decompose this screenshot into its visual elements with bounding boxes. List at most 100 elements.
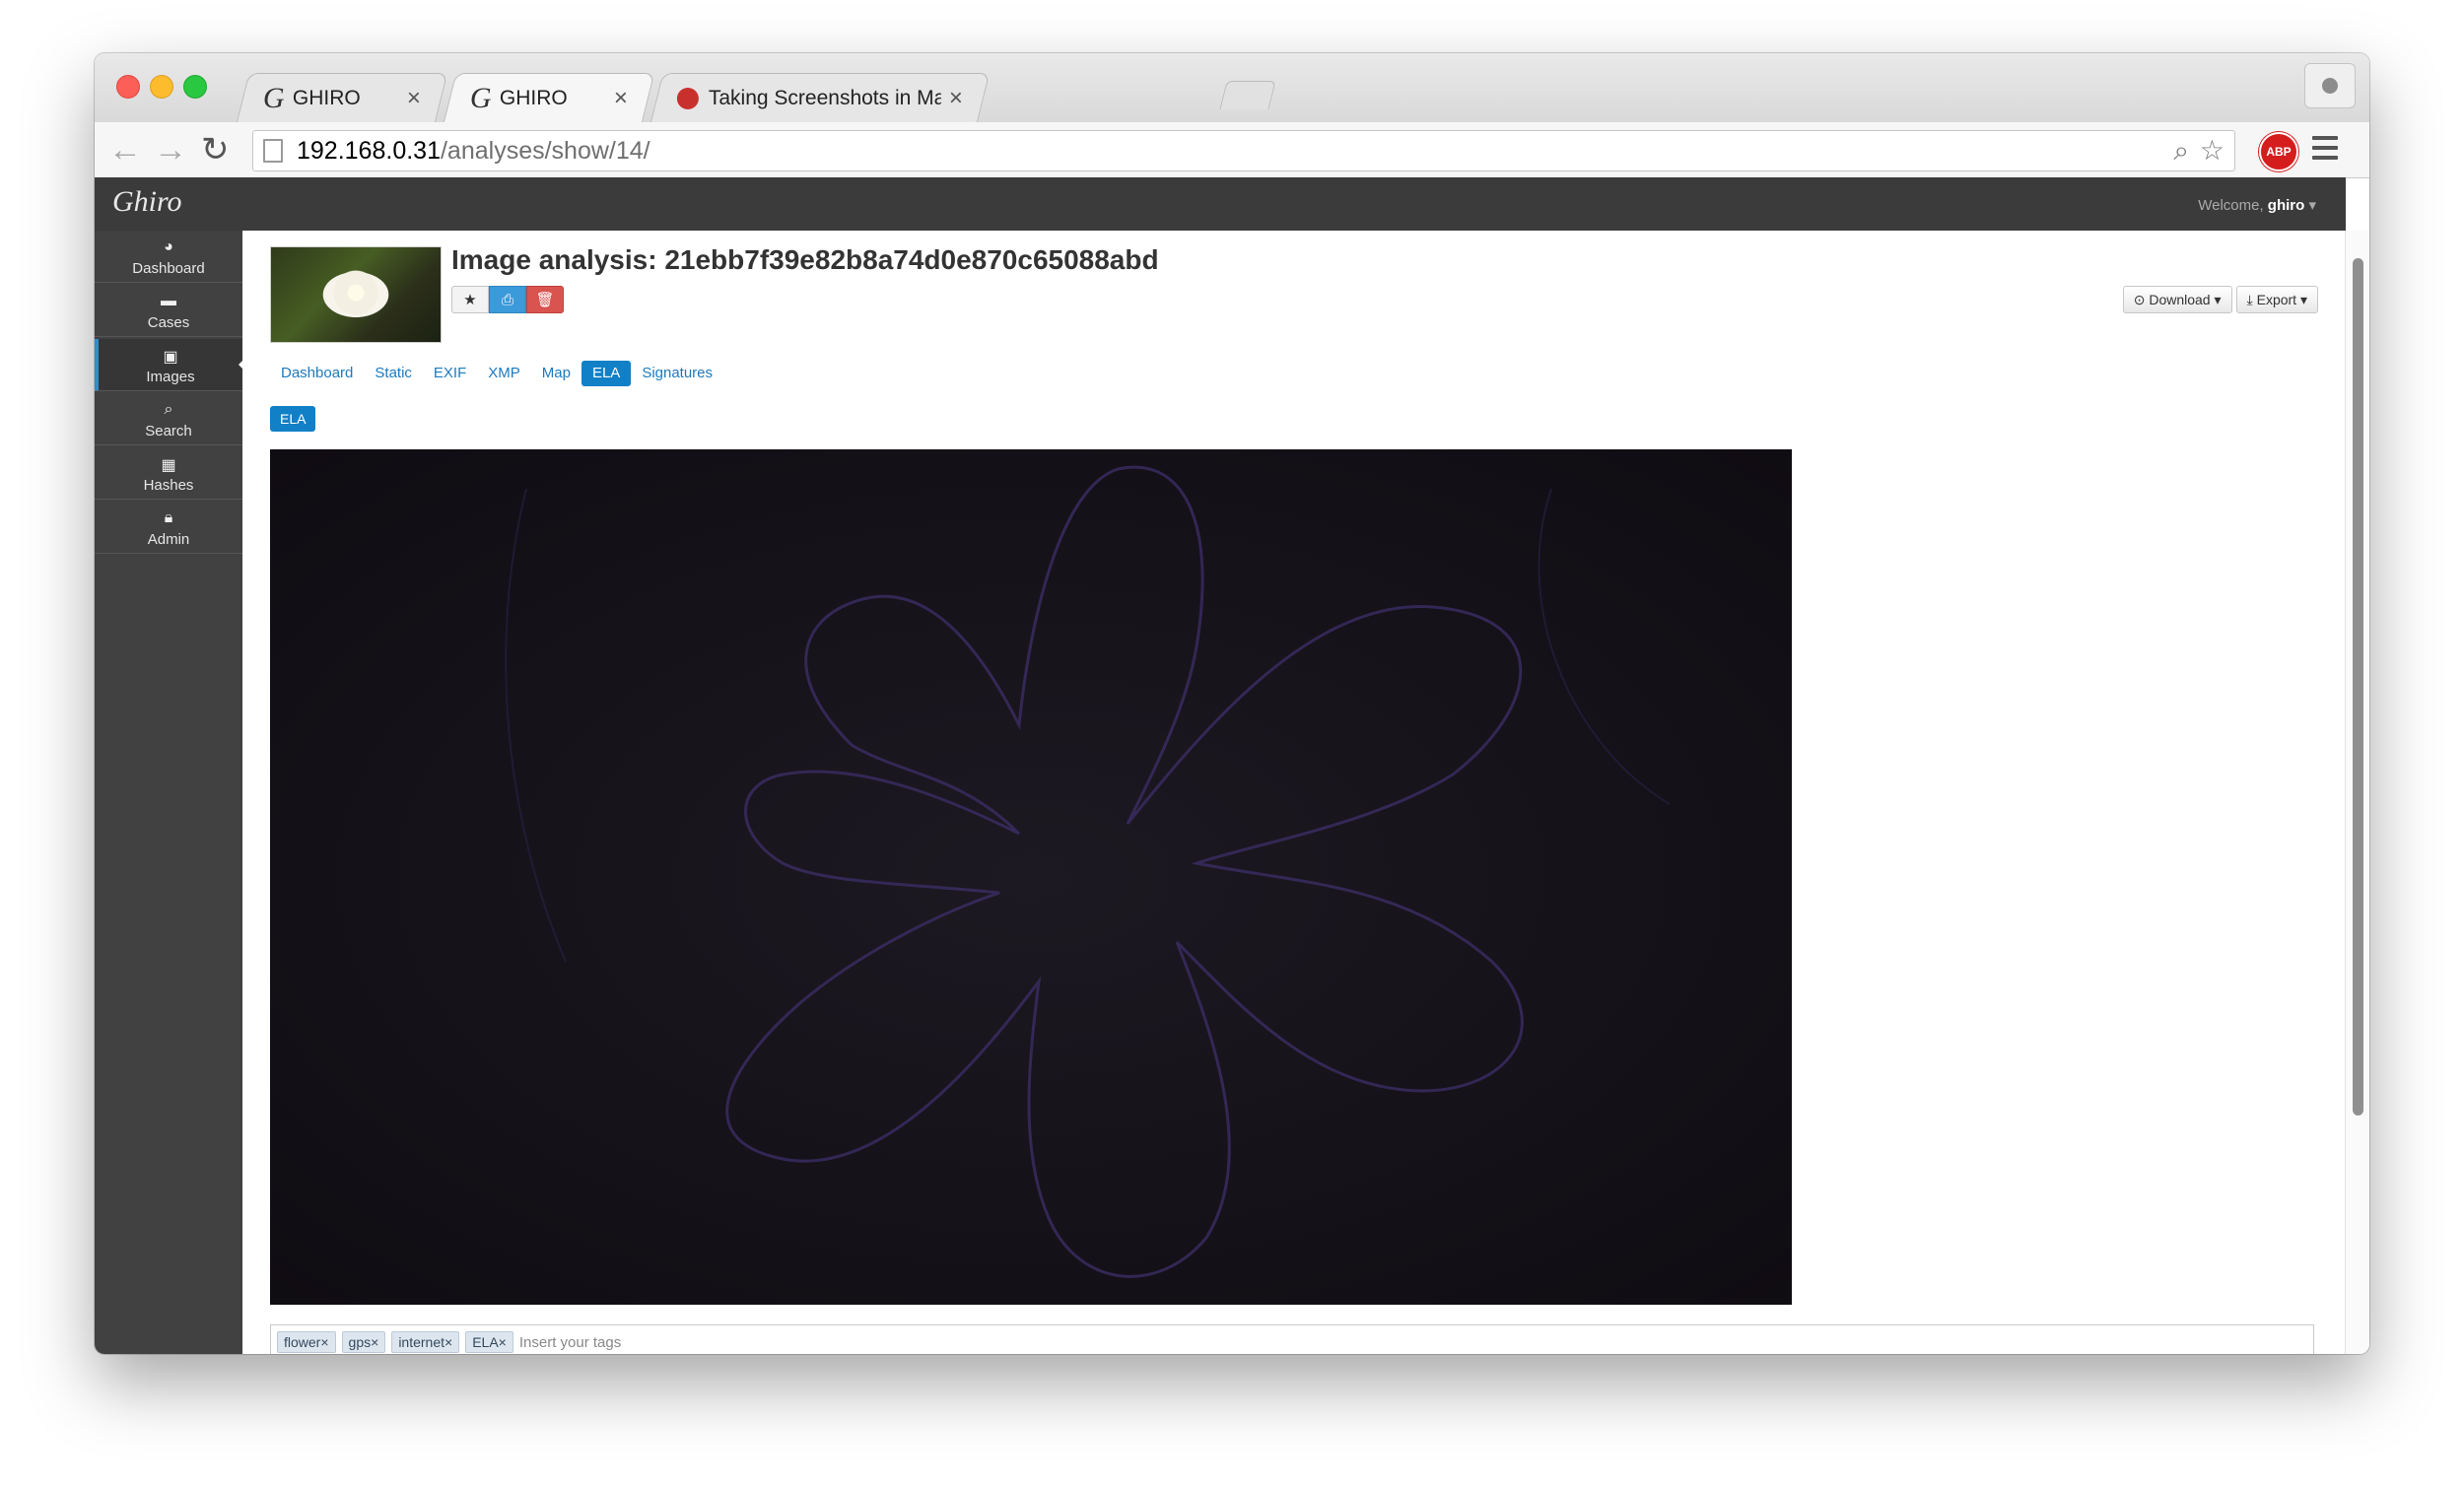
- tag-flower[interactable]: flower×: [277, 1331, 336, 1353]
- scrollbar-thumb[interactable]: [2353, 258, 2363, 1116]
- person-icon: [2322, 78, 2338, 94]
- page-title: Image analysis: 21ebb7f39e82b8a74d0e870c…: [451, 244, 1159, 275]
- ghiro-favicon-icon: G: [262, 82, 285, 114]
- lock-icon: 🔒︎: [164, 509, 173, 526]
- sidebar-item-label: Search: [145, 423, 192, 440]
- url-path: /analyses/show/14/: [440, 136, 650, 165]
- sidebar-item-label: Admin: [147, 531, 190, 548]
- star-icon: ★: [463, 292, 477, 308]
- user-menu[interactable]: Welcome, ghiro ▾: [2198, 196, 2316, 214]
- sidebar-item-label: Cases: [147, 314, 190, 331]
- tab-close-icon[interactable]: ×: [949, 85, 963, 112]
- ela-section-label: ELA: [270, 406, 316, 432]
- analysis-tabs: Dashboard Static EXIF XMP Map ELA Signat…: [270, 361, 723, 386]
- page-scrollbar[interactable]: [2345, 231, 2369, 1354]
- tab-map[interactable]: Map: [531, 361, 582, 386]
- sidebar-item-admin[interactable]: 🔒︎ Admin: [95, 502, 242, 554]
- sidebar-item-label: Hashes: [143, 477, 194, 494]
- download-export-group: ⊙ Download ▾ ⤓ Export ▾: [2122, 286, 2318, 313]
- sidebar-item-cases[interactable]: ▬ Cases: [95, 285, 242, 337]
- username: ghiro: [2267, 197, 2305, 214]
- tag-gps[interactable]: gps×: [341, 1331, 386, 1353]
- sidebar: ◕ Dashboard ▬ Cases ▣ Images ⌕ Search ▦ …: [95, 231, 246, 1354]
- search-icon: ⌕: [164, 401, 173, 418]
- ghiro-favicon-icon: G: [469, 82, 492, 114]
- sidebar-item-label: Dashboard: [132, 260, 205, 277]
- hamburger-menu-icon[interactable]: [2312, 136, 2338, 166]
- tag-remove-icon[interactable]: ×: [445, 1334, 452, 1350]
- tab-static[interactable]: Static: [364, 361, 423, 386]
- tab-title: GHIRO: [292, 87, 361, 109]
- tag-ela[interactable]: ELA×: [465, 1331, 513, 1353]
- download-circle-icon: ⊙: [2133, 291, 2146, 307]
- print-button[interactable]: ⎙: [489, 286, 526, 313]
- tab-title: Taking Screenshots in Mac: [708, 87, 941, 109]
- tag-remove-icon[interactable]: ×: [320, 1334, 328, 1350]
- tag-remove-icon[interactable]: ×: [499, 1334, 507, 1350]
- browser-tab-1[interactable]: G GHIRO ×: [236, 73, 448, 123]
- adblock-extension-icon[interactable]: ABP: [2259, 132, 2298, 171]
- export-button[interactable]: ⤓ Export ▾: [2235, 286, 2318, 313]
- browser-tab-3[interactable]: Taking Screenshots in Mac ×: [650, 73, 991, 123]
- url-host: 192.168.0.31: [297, 136, 441, 165]
- tags-input[interactable]: flower× gps× internet× ELA× Insert your …: [270, 1324, 2314, 1354]
- tag-internet[interactable]: internet×: [391, 1331, 460, 1353]
- browser-window: G GHIRO × G GHIRO × Taking Screenshots i…: [95, 53, 2369, 1354]
- tab-exif[interactable]: EXIF: [423, 361, 477, 386]
- export-icon: ⤓: [2246, 291, 2253, 307]
- tab-xmp[interactable]: XMP: [477, 361, 531, 386]
- app-topbar: Ghiro Welcome, ghiro ▾: [95, 177, 2346, 231]
- close-window-button[interactable]: [116, 75, 140, 99]
- dashboard-icon: ◕: [164, 238, 173, 255]
- table-icon: ▦: [161, 457, 176, 474]
- sidebar-item-images[interactable]: ▣ Images: [95, 339, 246, 391]
- ghiro-app: Ghiro Welcome, ghiro ▾ ◕ Dashboard ▬ Cas…: [95, 177, 2369, 1354]
- star-icon[interactable]: ☆: [2200, 131, 2224, 170]
- ela-flower-outline: [270, 449, 1792, 1305]
- tab-close-icon[interactable]: ×: [407, 85, 421, 112]
- caret-down-icon: ▾: [2214, 291, 2222, 307]
- sidebar-item-dashboard[interactable]: ◕ Dashboard: [95, 231, 242, 283]
- zoom-window-button[interactable]: [183, 75, 207, 99]
- print-icon: ⎙: [501, 291, 513, 308]
- briefcase-icon: ▬: [161, 293, 176, 309]
- reload-icon[interactable]: ↻: [201, 132, 230, 168]
- arrow-left-icon[interactable]: ←: [108, 132, 142, 168]
- main-content: Image analysis: 21ebb7f39e82b8a74d0e870c…: [242, 231, 2346, 1354]
- tab-close-icon[interactable]: ×: [614, 85, 628, 112]
- download-label: Download: [2149, 292, 2211, 307]
- address-bar[interactable]: 192.168.0.31/analyses/show/14/ ⌕ ☆: [252, 130, 2235, 171]
- tags-placeholder[interactable]: Insert your tags: [519, 1334, 621, 1351]
- new-tab-button[interactable]: [1219, 81, 1276, 109]
- favorite-button[interactable]: ★: [451, 286, 489, 313]
- export-label: Export: [2256, 292, 2297, 307]
- welcome-text: Welcome,: [2198, 197, 2268, 214]
- delete-button[interactable]: 🗑︎: [526, 286, 564, 313]
- tag-remove-icon[interactable]: ×: [371, 1334, 378, 1350]
- tab-strip: G GHIRO × G GHIRO × Taking Screenshots i…: [95, 53, 2369, 123]
- caret-down-icon: ▾: [2308, 197, 2316, 214]
- image-thumbnail[interactable]: [270, 246, 442, 343]
- sidebar-item-label: Images: [146, 369, 195, 385]
- tab-dashboard[interactable]: Dashboard: [270, 361, 364, 386]
- tag-label: flower: [284, 1334, 321, 1350]
- browser-toolbar: ← → ↻ 192.168.0.31/analyses/show/14/ ⌕ ☆…: [95, 122, 2369, 178]
- sidebar-item-search[interactable]: ⌕ Search: [95, 393, 242, 445]
- tag-label: ELA: [472, 1334, 499, 1350]
- ghiro-logo[interactable]: Ghiro: [112, 185, 182, 219]
- download-button[interactable]: ⊙ Download ▾: [2122, 286, 2232, 313]
- apple-favicon-icon: [676, 88, 699, 109]
- zoom-icon[interactable]: ⌕: [2173, 131, 2189, 170]
- arrow-right-icon[interactable]: →: [154, 132, 187, 168]
- tag-label: internet: [398, 1334, 445, 1350]
- analysis-actions: ★ ⎙ 🗑︎: [451, 286, 564, 313]
- picture-icon: ▣: [163, 349, 178, 366]
- tab-ela[interactable]: ELA: [581, 361, 632, 386]
- profile-button[interactable]: [2304, 63, 2356, 108]
- tab-signatures[interactable]: Signatures: [631, 361, 723, 386]
- caret-down-icon: ▾: [2299, 291, 2307, 307]
- sidebar-item-hashes[interactable]: ▦ Hashes: [95, 447, 242, 500]
- browser-tab-2[interactable]: G GHIRO ×: [443, 73, 655, 123]
- ela-image: [270, 449, 1792, 1305]
- minimize-window-button[interactable]: [150, 75, 173, 99]
